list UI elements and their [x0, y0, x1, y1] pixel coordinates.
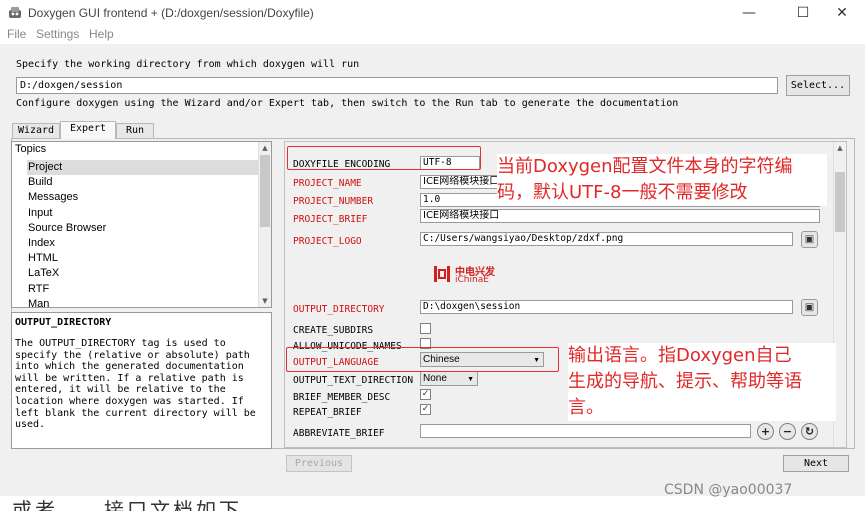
workflow-instructions: Configure doxygen using the Wizard and/o…: [16, 98, 679, 109]
language-highlight-box: [286, 347, 559, 372]
tab-expert[interactable]: Expert: [60, 121, 116, 139]
help-title: OUTPUT_DIRECTORY: [15, 317, 112, 328]
remove-item-icon[interactable]: −: [779, 423, 796, 440]
scroll-up-icon[interactable]: ▲: [259, 142, 271, 154]
close-button[interactable]: ✕: [819, 0, 865, 26]
doxywizard-window: Doxygen GUI frontend + (D:/doxgen/sessio…: [0, 0, 865, 496]
topic-rtf[interactable]: RTF: [27, 282, 259, 297]
topics-scrollbar[interactable]: ▲ ▼: [258, 142, 271, 307]
project-logo-browse-icon[interactable]: ▣: [801, 231, 818, 248]
chevron-down-icon: ▼: [467, 376, 474, 383]
encoding-annotation-line-1: 当前Doxygen配置文件本身的字符编: [497, 156, 793, 177]
project-logo-input[interactable]: C:/Users/wangsiyao/Desktop/zdxf.png: [420, 232, 793, 246]
project-logo-label: PROJECT_LOGO: [293, 236, 362, 247]
abbreviate-brief-label: ABBREVIATE_BRIEF: [293, 428, 385, 439]
encoding-highlight-box: [287, 146, 481, 170]
project-name-label: PROJECT_NAME: [293, 178, 362, 189]
ichinae-logo-icon: [434, 266, 450, 282]
help-panel: OUTPUT_DIRECTORY The OUTPUT_DIRECTORY ta…: [11, 312, 272, 449]
workdir-prompt: Specify the working directory from which…: [16, 59, 360, 70]
language-annotation-line-3: 言。: [568, 397, 604, 418]
tab-wizard[interactable]: Wizard: [12, 123, 60, 138]
topic-project[interactable]: Project: [27, 160, 259, 175]
topics-list: Topics Project Build Messages Input Sour…: [11, 141, 272, 308]
project-brief-input[interactable]: ICE网络模块接口: [420, 209, 820, 223]
output-directory-browse-icon[interactable]: ▣: [801, 299, 818, 316]
topic-index[interactable]: Index: [27, 236, 259, 251]
logo-english-text: iChinaE: [455, 275, 489, 285]
menu-file[interactable]: File: [7, 27, 26, 41]
truncated-caption: 或者……接口文档如下: [12, 498, 242, 511]
project-logo-preview: 中电兴发 iChinaE: [433, 262, 513, 288]
repeat-brief-checkbox[interactable]: ✓: [420, 404, 431, 415]
doxygen-app-icon: [9, 7, 21, 18]
topic-source-browser[interactable]: Source Browser: [27, 221, 259, 236]
window-title: Doxygen GUI frontend + (D:/doxgen/sessio…: [28, 6, 314, 20]
topics-scroll-thumb[interactable]: [260, 155, 270, 227]
tab-run[interactable]: Run: [116, 123, 154, 138]
menu-bar: File Settings Help: [0, 26, 865, 44]
brief-member-desc-checkbox[interactable]: ✓: [420, 389, 431, 400]
language-annotation-line-2: 生成的导航、提示、帮助等语: [568, 371, 802, 392]
topics-header: Topics: [15, 143, 47, 155]
topic-messages[interactable]: Messages: [27, 190, 259, 205]
language-annotation: 输出语言。指Doxygen自己 生成的导航、提示、帮助等语 言。: [568, 343, 836, 421]
create-subdirs-checkbox[interactable]: [420, 323, 431, 334]
encoding-annotation: 当前Doxygen配置文件本身的字符编 码，默认UTF-8一般不需要修改: [497, 154, 827, 206]
output-text-direction-select[interactable]: None ▼: [420, 371, 478, 386]
options-scroll-thumb[interactable]: [835, 172, 845, 232]
topic-latex[interactable]: LaTeX: [27, 266, 259, 281]
abbreviate-brief-input[interactable]: [420, 424, 751, 438]
output-directory-label: OUTPUT_DIRECTORY: [293, 304, 385, 315]
help-body: The OUTPUT_DIRECTORY tag is used to spec…: [15, 338, 256, 431]
topic-build[interactable]: Build: [27, 175, 259, 190]
next-button[interactable]: Next: [783, 455, 849, 472]
scroll-up-icon[interactable]: ▲: [834, 142, 846, 154]
brief-member-desc-label: BRIEF_MEMBER_DESC: [293, 392, 391, 403]
output-text-direction-label: OUTPUT_TEXT_DIRECTION: [293, 375, 414, 386]
previous-button[interactable]: Previous: [286, 455, 352, 472]
title-bar: Doxygen GUI frontend + (D:/doxgen/sessio…: [0, 0, 865, 26]
encoding-annotation-line-2: 码，默认UTF-8一般不需要修改: [497, 182, 748, 203]
project-brief-label: PROJECT_BRIEF: [293, 214, 368, 225]
csdn-watermark: CSDN @yao00037: [664, 482, 793, 498]
workdir-input[interactable]: D:/doxgen/session: [16, 77, 778, 94]
topic-input[interactable]: Input: [27, 206, 259, 221]
reset-item-icon[interactable]: ↻: [801, 423, 818, 440]
output-directory-input[interactable]: D:\doxgen\session: [420, 300, 793, 314]
scroll-down-icon[interactable]: ▼: [259, 295, 271, 307]
project-number-label: PROJECT_NUMBER: [293, 196, 374, 207]
create-subdirs-label: CREATE_SUBDIRS: [293, 325, 374, 336]
menu-help[interactable]: Help: [89, 27, 114, 41]
add-item-icon[interactable]: +: [757, 423, 774, 440]
topic-man[interactable]: Man: [27, 297, 259, 307]
minimize-button[interactable]: —: [726, 0, 772, 26]
language-annotation-line-1: 输出语言。指Doxygen自己: [568, 345, 792, 366]
menu-settings[interactable]: Settings: [36, 27, 79, 41]
topic-html[interactable]: HTML: [27, 251, 259, 266]
output-text-direction-value: None: [423, 373, 447, 384]
select-workdir-button[interactable]: Select...: [786, 75, 850, 96]
repeat-brief-label: REPEAT_BRIEF: [293, 407, 362, 418]
